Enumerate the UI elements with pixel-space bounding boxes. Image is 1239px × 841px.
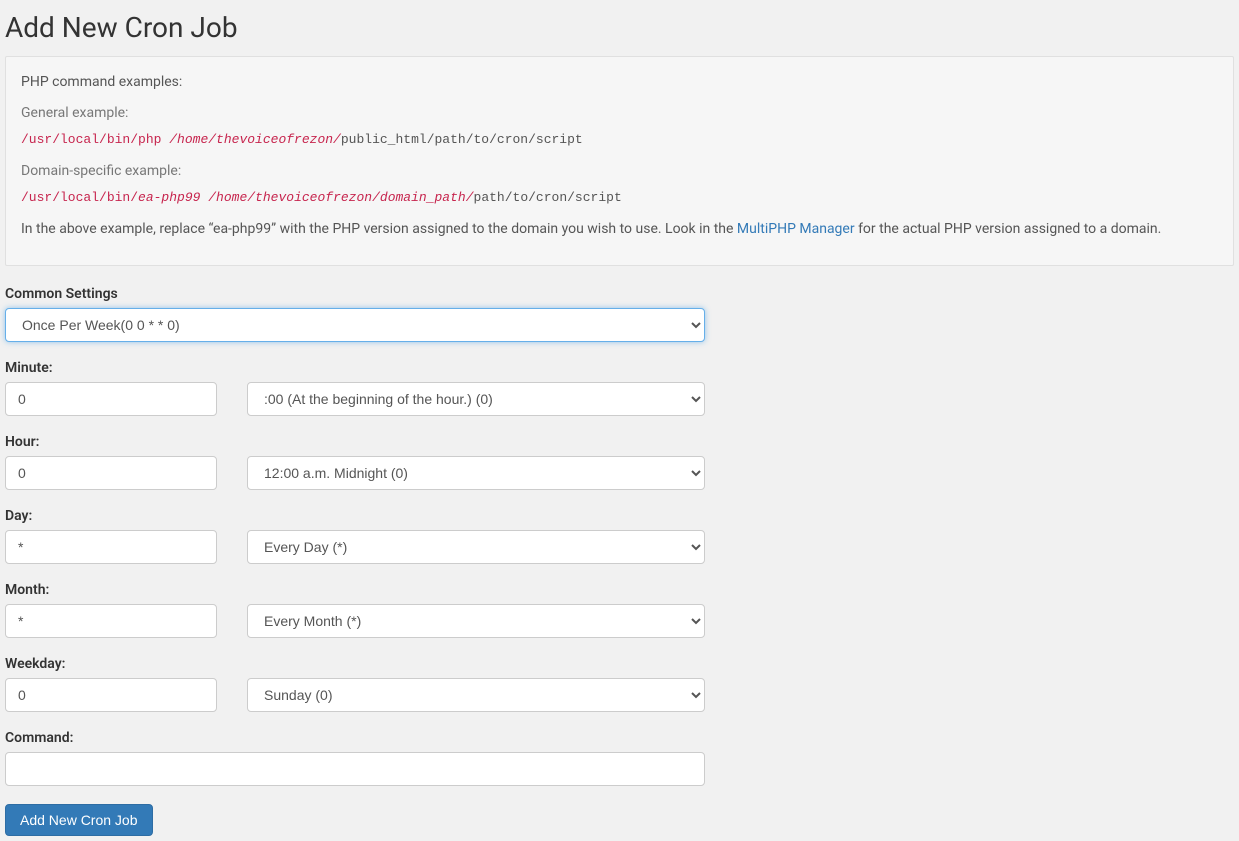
help-intro: PHP command examples:	[21, 72, 1218, 93]
code-segment: public_html/path/to/cron/script	[341, 132, 583, 147]
common-settings-select[interactable]: Once Per Week(0 0 * * 0)	[5, 308, 705, 342]
common-settings-label: Common Settings	[5, 286, 705, 302]
note-text: In the above example, replace “ea-php99”…	[21, 221, 737, 237]
page-title: Add New Cron Job	[5, 11, 1234, 44]
general-example-code: /usr/local/bin/php /home/thevoiceofrezon…	[21, 130, 1218, 151]
code-segment: /usr/local/bin/php	[21, 132, 169, 147]
domain-example-heading: Domain-specific example:	[21, 161, 1218, 182]
weekday-preset-select[interactable]: Sunday (0)	[247, 678, 705, 712]
general-example-heading: General example:	[21, 103, 1218, 124]
code-segment: ea-php99	[138, 190, 208, 205]
weekday-input[interactable]	[5, 678, 217, 712]
minute-input[interactable]	[5, 382, 217, 416]
note-text: for the actual PHP version assigned to a…	[855, 221, 1162, 237]
hour-preset-select[interactable]: 12:00 a.m. Midnight (0)	[247, 456, 705, 490]
hour-label: Hour:	[5, 434, 705, 450]
code-segment: /home/thevoiceofrezon/	[169, 132, 341, 147]
command-label: Command:	[5, 730, 705, 746]
code-segment: path/to/cron/script	[474, 190, 622, 205]
day-preset-select[interactable]: Every Day (*)	[247, 530, 705, 564]
code-segment: /home/thevoiceofrezon/	[208, 190, 380, 205]
minute-label: Minute:	[5, 360, 705, 376]
month-input[interactable]	[5, 604, 217, 638]
multiphp-manager-link[interactable]: MultiPHP Manager	[737, 221, 855, 237]
code-segment: /usr/local/bin/	[21, 190, 138, 205]
help-panel: PHP command examples: General example: /…	[5, 56, 1234, 266]
command-input[interactable]	[5, 752, 705, 786]
day-label: Day:	[5, 508, 705, 524]
help-note: In the above example, replace “ea-php99”…	[21, 219, 1218, 240]
cron-form: Common Settings Once Per Week(0 0 * * 0)…	[5, 286, 705, 836]
hour-input[interactable]	[5, 456, 217, 490]
code-segment: domain_path/	[380, 190, 474, 205]
month-preset-select[interactable]: Every Month (*)	[247, 604, 705, 638]
day-input[interactable]	[5, 530, 217, 564]
add-cron-job-button[interactable]: Add New Cron Job	[5, 804, 153, 836]
month-label: Month:	[5, 582, 705, 598]
domain-example-code: /usr/local/bin/ea-php99 /home/thevoiceof…	[21, 188, 1218, 209]
minute-preset-select[interactable]: :00 (At the beginning of the hour.) (0)	[247, 382, 705, 416]
weekday-label: Weekday:	[5, 656, 705, 672]
